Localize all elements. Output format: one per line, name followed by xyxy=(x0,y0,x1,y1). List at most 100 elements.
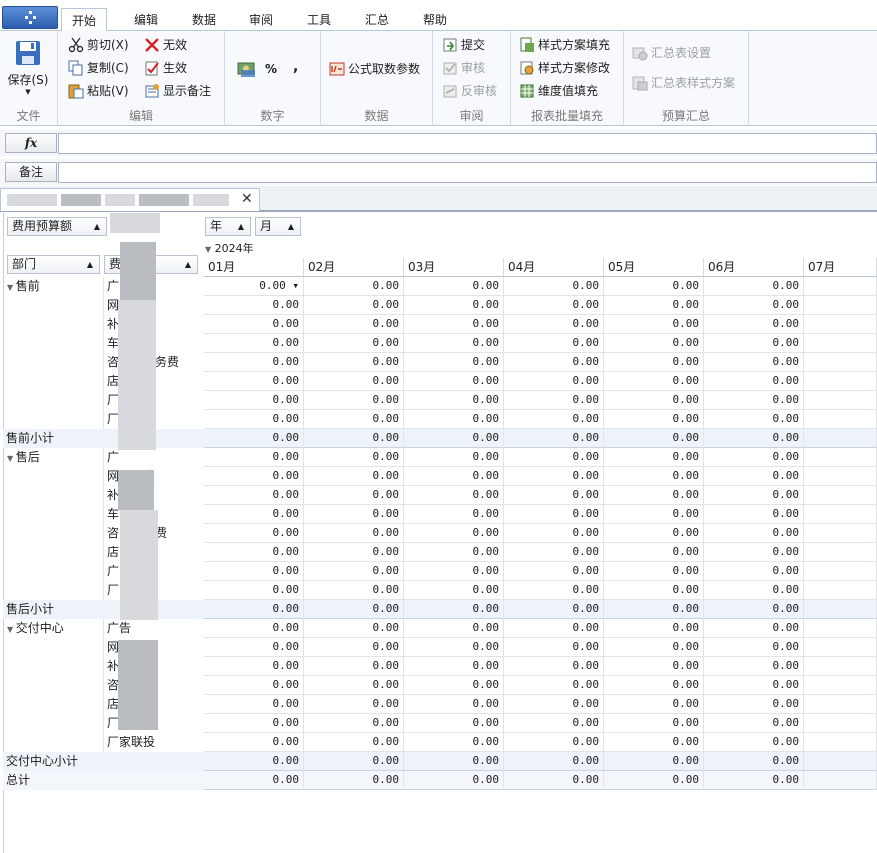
value-cell[interactable]: 0.00 xyxy=(304,733,404,752)
value-cell[interactable]: 0.00 xyxy=(504,391,604,410)
value-cell[interactable]: 0.00 xyxy=(504,543,604,562)
value-cell[interactable]: 0.00 xyxy=(304,372,404,391)
value-cell[interactable]: 0.00 xyxy=(404,334,504,353)
value-cell[interactable]: 0.00 xyxy=(204,638,304,657)
value-cell[interactable]: 0.00 xyxy=(704,353,804,372)
value-cell[interactable] xyxy=(804,676,877,695)
value-cell[interactable] xyxy=(804,562,877,581)
value-cell[interactable]: 0.00 xyxy=(504,277,604,296)
value-cell[interactable]: 0.00 xyxy=(704,296,804,315)
month-column-header[interactable]: 04月 xyxy=(504,258,604,277)
close-icon[interactable]: ✕ xyxy=(241,191,253,207)
value-cell[interactable]: 0.00 xyxy=(504,562,604,581)
value-cell[interactable]: 0.00 xyxy=(704,543,804,562)
copy-button[interactable]: 复制(C) xyxy=(68,58,129,78)
month-column-header[interactable]: 05月 xyxy=(604,258,704,277)
formula-input[interactable] xyxy=(58,133,877,154)
value-cell[interactable] xyxy=(804,372,877,391)
value-cell[interactable]: 0.00 xyxy=(404,296,504,315)
value-cell[interactable]: 0.00 xyxy=(404,771,504,790)
value-cell[interactable]: 0.00 xyxy=(604,429,704,448)
value-cell[interactable]: 0.00 xyxy=(504,752,604,771)
col-field-month[interactable]: 月 ▲ xyxy=(255,217,301,236)
value-cell[interactable]: 0.00 xyxy=(604,638,704,657)
value-cell[interactable]: 0.00 xyxy=(304,486,404,505)
value-cell[interactable]: 0.00 xyxy=(204,733,304,752)
value-cell[interactable]: 0.00 xyxy=(704,581,804,600)
value-cell[interactable]: 0.00 xyxy=(204,315,304,334)
tab-edit[interactable]: 编辑 xyxy=(134,10,158,30)
tab-data[interactable]: 数据 xyxy=(192,10,216,30)
value-cell[interactable]: 0.00 xyxy=(704,372,804,391)
value-cell[interactable]: 0.00 xyxy=(704,771,804,790)
value-cell[interactable]: 0.00 xyxy=(404,600,504,619)
tab-summary[interactable]: 汇总 xyxy=(365,10,389,30)
formula-params-button[interactable]: 公式取数参数 xyxy=(329,59,420,79)
value-cell[interactable]: 0.00 xyxy=(204,524,304,543)
value-cell[interactable]: 0.00 xyxy=(404,543,504,562)
value-cell[interactable]: 0.00 xyxy=(604,524,704,543)
value-cell[interactable]: 0.00 xyxy=(304,676,404,695)
value-cell[interactable]: 0.00 xyxy=(404,486,504,505)
number-format-button[interactable] xyxy=(237,59,260,79)
value-cell[interactable]: 0.00 xyxy=(304,448,404,467)
application-menu-button[interactable] xyxy=(2,6,58,29)
value-cell[interactable]: 0.00 xyxy=(204,505,304,524)
value-cell[interactable]: 0.00 xyxy=(604,448,704,467)
value-cell[interactable]: 0.00 xyxy=(504,486,604,505)
value-cell[interactable]: 0.00 xyxy=(404,429,504,448)
value-cell[interactable] xyxy=(804,714,877,733)
value-cell[interactable]: 0.00 xyxy=(704,486,804,505)
value-cell[interactable]: 0.00 xyxy=(704,410,804,429)
value-cell[interactable]: 0.00 xyxy=(204,581,304,600)
value-cell[interactable]: 0.00 xyxy=(304,638,404,657)
value-cell[interactable]: 0.00 xyxy=(604,486,704,505)
value-cell[interactable]: 0.00 xyxy=(504,467,604,486)
value-cell[interactable]: 0.00 xyxy=(604,619,704,638)
value-cell[interactable]: 0.00 xyxy=(704,562,804,581)
value-cell[interactable]: 0.00 xyxy=(704,638,804,657)
value-cell[interactable]: 0.00 xyxy=(404,277,504,296)
value-cell[interactable]: 0.00 xyxy=(704,619,804,638)
value-cell[interactable]: 0.00 xyxy=(704,429,804,448)
value-cell[interactable] xyxy=(804,524,877,543)
value-cell[interactable] xyxy=(804,391,877,410)
value-cell[interactable] xyxy=(804,733,877,752)
value-cell[interactable] xyxy=(804,771,877,790)
value-cell[interactable]: 0.00 xyxy=(204,486,304,505)
value-cell[interactable]: 0.00 xyxy=(304,714,404,733)
value-cell[interactable] xyxy=(804,429,877,448)
value-cell[interactable]: 0.00 xyxy=(704,505,804,524)
value-cell[interactable]: 0.00 xyxy=(704,448,804,467)
value-cell[interactable]: 0.00 xyxy=(704,657,804,676)
value-cell[interactable]: 0.00 xyxy=(604,410,704,429)
col-field-year[interactable]: 年 ▲ xyxy=(205,217,251,236)
value-cell[interactable]: 0.00 xyxy=(204,334,304,353)
value-cell[interactable]: 0.00 xyxy=(204,714,304,733)
dim-fill-button[interactable]: 维度值填充 xyxy=(519,81,598,101)
value-cell[interactable]: 0.00 xyxy=(304,505,404,524)
value-cell[interactable]: 0.00 xyxy=(604,391,704,410)
value-cell[interactable]: 0.00 xyxy=(704,676,804,695)
value-cell[interactable]: 0.00 xyxy=(504,334,604,353)
value-cell[interactable]: 0.00 xyxy=(304,391,404,410)
valid-button[interactable]: 生效 xyxy=(144,58,187,78)
month-column-header[interactable]: 02月 xyxy=(304,258,404,277)
value-cell[interactable]: 0.00 xyxy=(304,467,404,486)
value-cell[interactable]: 0.00 xyxy=(604,562,704,581)
value-cell[interactable]: 0.00 xyxy=(704,752,804,771)
value-cell[interactable]: 0.00 xyxy=(204,429,304,448)
value-cell[interactable]: 0.00 xyxy=(204,771,304,790)
value-cell[interactable] xyxy=(804,353,877,372)
tab-start[interactable]: 开始 xyxy=(61,8,108,31)
value-cell[interactable]: 0.00 xyxy=(704,315,804,334)
value-cell[interactable]: 0.00 xyxy=(504,600,604,619)
value-cell[interactable]: 0.00 xyxy=(504,638,604,657)
tab-help[interactable]: 帮助 xyxy=(423,10,447,30)
value-cell[interactable]: 0.00 xyxy=(404,714,504,733)
value-cell[interactable]: 0.00 xyxy=(604,315,704,334)
value-cell[interactable]: 0.00 xyxy=(404,695,504,714)
value-cell[interactable]: 0.00 xyxy=(604,296,704,315)
value-cell[interactable]: 0.00 xyxy=(504,676,604,695)
value-cell[interactable]: 0.00 xyxy=(304,429,404,448)
